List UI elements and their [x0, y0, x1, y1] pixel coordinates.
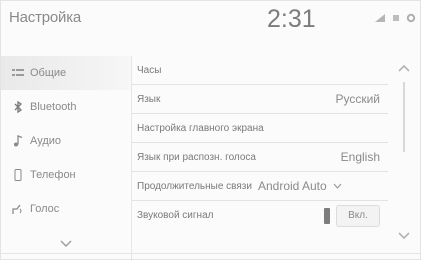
row-value: Android Auto	[257, 179, 327, 193]
sidebar-item-label: Bluetooth	[30, 101, 77, 113]
sidebar-item-general[interactable]: Общие	[1, 56, 131, 90]
row-voice-language[interactable]: Язык при распозн. голоса English	[132, 143, 388, 172]
sidebar-item-phone[interactable]: Телефон	[1, 158, 131, 192]
music-note-icon	[11, 134, 25, 148]
voice-icon	[11, 202, 25, 216]
settings-screen: Настройка 2:31 Общие Bluetooth Аудио Тел…	[0, 0, 421, 261]
app-title: Настройка	[9, 9, 82, 26]
chevron-down-icon	[60, 240, 72, 247]
sidebar-item-label: Телефон	[30, 169, 76, 181]
chevron-down-icon	[333, 183, 342, 189]
row-language[interactable]: Язык Русский	[132, 85, 388, 114]
beep-toggle[interactable]: Вкл.	[324, 204, 380, 227]
row-label: Язык при распозн. голоса	[137, 151, 256, 163]
row-clock[interactable]: Часы	[132, 56, 388, 85]
gear-icon	[406, 13, 416, 23]
sidebar: Общие Bluetooth Аудио Телефон Голос	[1, 56, 131, 261]
status-icons	[374, 13, 416, 23]
row-value: Русский	[335, 92, 380, 106]
sidebar-item-voice[interactable]: Голос	[1, 192, 131, 226]
row-label: Настройка главного экрана	[137, 122, 264, 134]
scroll-area	[391, 56, 419, 261]
sidebar-item-label: Аудио	[30, 135, 62, 147]
sidebar-more-button[interactable]	[1, 226, 131, 260]
scroll-up-icon[interactable]	[397, 64, 411, 73]
dots-icon	[393, 15, 399, 21]
row-home-screen[interactable]: Настройка главного экрана	[132, 114, 388, 143]
row-label: Продолжительные связи	[137, 180, 252, 192]
sidebar-item-label: Голос	[30, 203, 60, 215]
toggle-button[interactable]: Вкл.	[336, 204, 380, 227]
sidebar-item-audio[interactable]: Аудио	[1, 124, 131, 158]
settings-list: Часы Язык Русский Настройка главного экр…	[131, 56, 388, 261]
row-label: Часы	[137, 64, 162, 76]
toggle-indicator	[324, 207, 330, 224]
bluetooth-icon	[11, 100, 25, 114]
signal-icon	[375, 14, 385, 22]
row-projection[interactable]: Продолжительные связи Android Auto	[132, 172, 388, 201]
phone-icon	[11, 168, 25, 182]
header: Настройка 2:31	[1, 1, 421, 39]
sidebar-item-label: Общие	[30, 67, 67, 79]
clock: 2:31	[267, 5, 316, 33]
scrollbar[interactable]	[403, 82, 405, 152]
row-label: Звуковой сигнал	[137, 210, 214, 221]
sidebar-item-bluetooth[interactable]: Bluetooth	[1, 90, 131, 124]
row-value: English	[340, 150, 380, 164]
settings-list-icon	[11, 66, 25, 80]
row-label: Язык	[137, 93, 161, 105]
scroll-down-icon[interactable]	[397, 231, 411, 240]
divider	[1, 253, 421, 254]
row-beep: Звуковой сигнал Вкл.	[132, 201, 388, 230]
